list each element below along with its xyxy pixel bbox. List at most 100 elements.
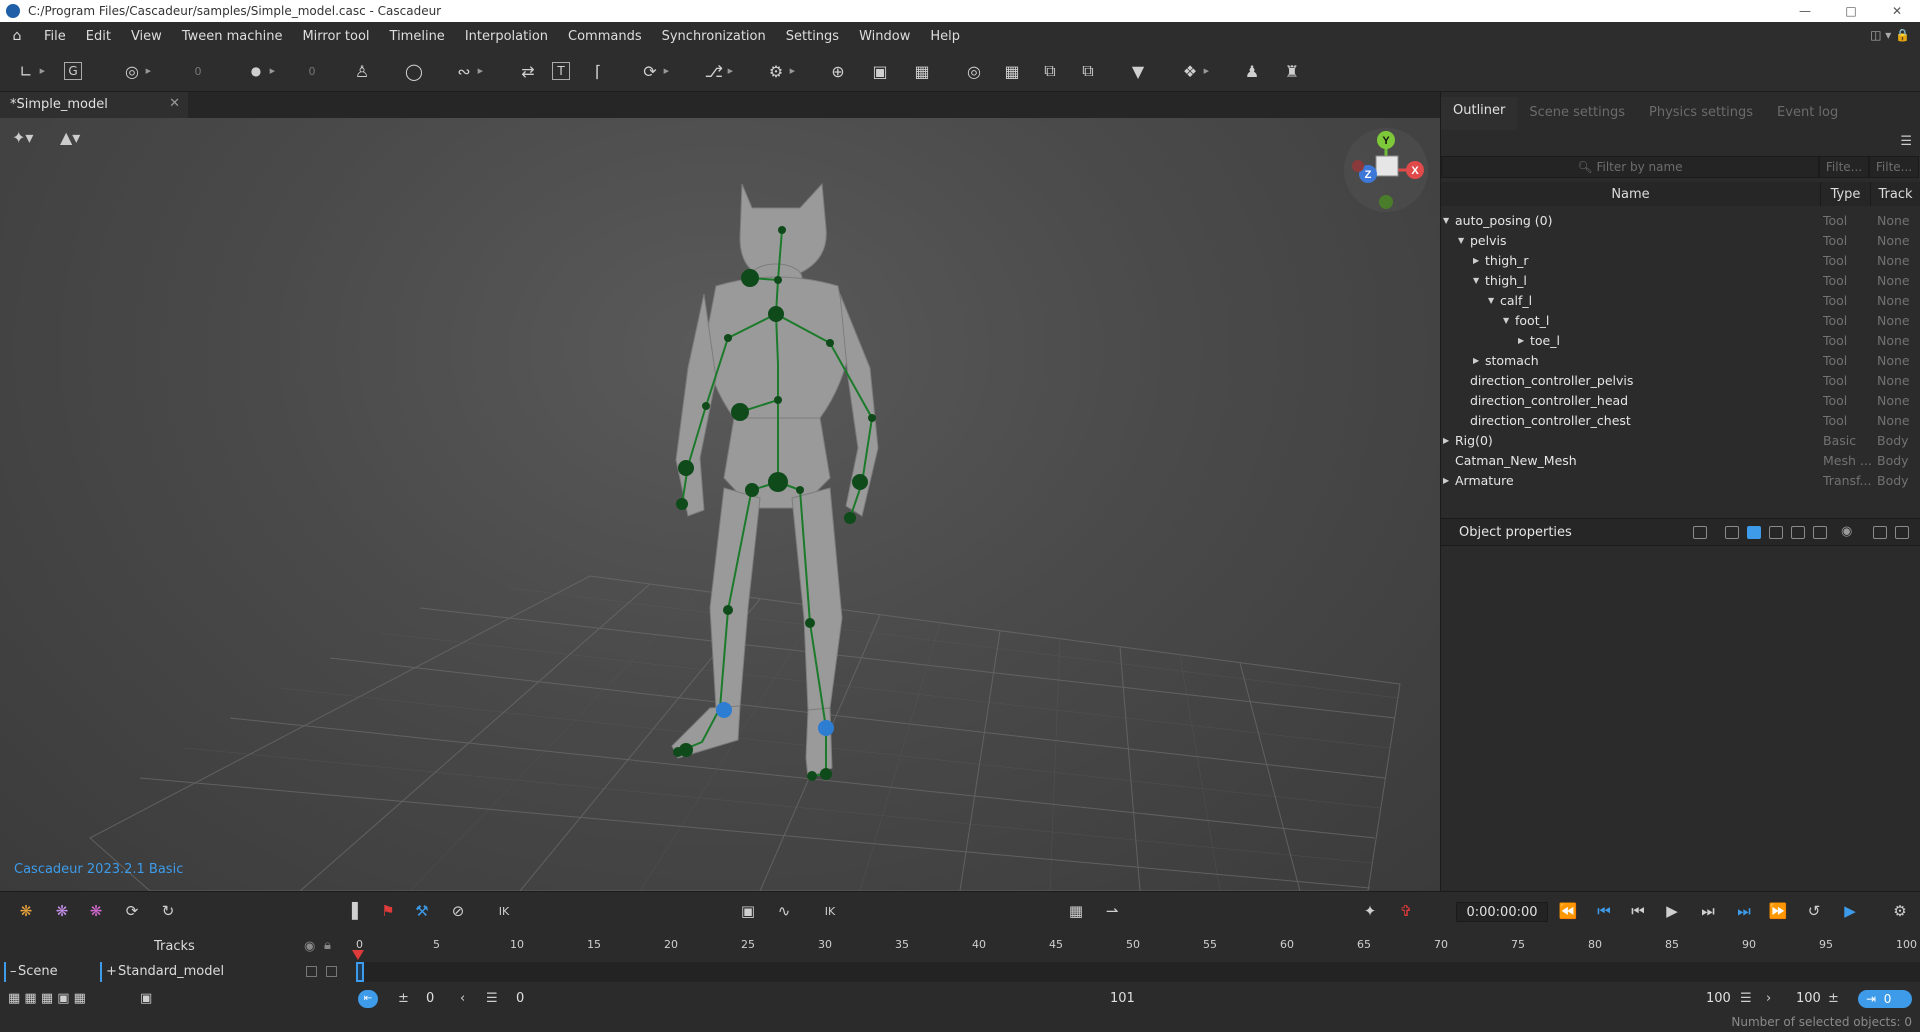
properties-filter-icon-1[interactable] bbox=[1693, 526, 1707, 539]
outliner-row[interactable]: Catman_New_Mesh Mesh ... Body bbox=[1441, 450, 1920, 470]
paste-layer-icon[interactable]: ⧉ bbox=[1076, 59, 1100, 83]
rewind-icon[interactable]: ⏪ bbox=[1556, 899, 1580, 923]
expand-icon[interactable]: ▣ bbox=[140, 991, 152, 1006]
prev-key-icon[interactable]: ⏮ bbox=[1626, 899, 1650, 923]
global-local-toggle[interactable]: G bbox=[64, 62, 82, 80]
expanded-arrow-icon[interactable]: ▼ bbox=[1458, 236, 1464, 245]
skeleton-icon[interactable]: ❖ ▶ bbox=[1178, 59, 1209, 83]
minimize-button[interactable]: — bbox=[1782, 0, 1828, 22]
tab-physics-settings[interactable]: Physics settings bbox=[1637, 99, 1765, 130]
track-lock-checkbox[interactable] bbox=[326, 966, 337, 977]
next-key-icon[interactable]: ⏭ bbox=[1696, 899, 1720, 923]
expanded-arrow-icon[interactable]: ▼ bbox=[1443, 216, 1449, 225]
properties-filter-icon-3[interactable] bbox=[1747, 526, 1761, 539]
model-expand-toggle[interactable]: + bbox=[106, 964, 117, 979]
loop-playback-icon[interactable]: ↺ bbox=[1802, 899, 1826, 923]
hamburger-menu-icon[interactable]: ☰ bbox=[1900, 134, 1912, 149]
curve-tool-icon[interactable]: ∾ ▶ bbox=[452, 59, 483, 83]
home-icon[interactable]: ⌂ bbox=[0, 28, 34, 44]
grid-icon[interactable]: ▦ bbox=[1000, 59, 1024, 83]
end-frame-field[interactable]: 100 bbox=[1796, 991, 1821, 1006]
interpolation-icon[interactable]: ⇄ bbox=[516, 59, 540, 83]
frame-selection-icon[interactable]: ▦ bbox=[910, 59, 934, 83]
pivot-tool-icon[interactable]: ◎ ▶ bbox=[120, 59, 151, 83]
visibility-eye-icon[interactable]: ◉ bbox=[1841, 524, 1852, 539]
expanded-arrow-icon[interactable]: ▼ bbox=[1503, 316, 1509, 325]
playhead-key[interactable] bbox=[356, 962, 364, 982]
3d-viewport[interactable]: ✦▾ ▲▾ Y X Z Cascadeur 2023.2.1 Basic bbox=[0, 118, 1440, 891]
keyframe-mode-icon-3[interactable]: ❋ bbox=[84, 899, 108, 923]
selection-brush-icon[interactable]: ◯ bbox=[402, 59, 426, 83]
keyframe-track-area[interactable] bbox=[356, 962, 1920, 982]
outliner-row[interactable]: ▶ Rig(0) Basic Body bbox=[1441, 430, 1920, 450]
menu-file[interactable]: File bbox=[34, 29, 76, 44]
collapsed-arrow-icon[interactable]: ▶ bbox=[1443, 476, 1449, 485]
play-mode-icon[interactable]: ▶ bbox=[1838, 899, 1862, 923]
fit-timeline-icon[interactable]: ▣ bbox=[736, 899, 760, 923]
outliner-row[interactable]: ▼ thigh_l Tool None bbox=[1441, 270, 1920, 290]
outliner-row[interactable]: ▶ stomach Tool None bbox=[1441, 350, 1920, 370]
curve-shape-icon[interactable]: ∿ bbox=[772, 899, 796, 923]
outliner-row[interactable]: ▶ toe_l Tool None bbox=[1441, 330, 1920, 350]
timeline-ruler[interactable]: 0 5 10 15 20 25 30 35 40 45 50 55 60 65 70 75 80 85 90 95 10… bbox=[352, 936, 1920, 960]
filter-by-name-input[interactable]: 🔍︎ Filter by name bbox=[1441, 156, 1819, 178]
scene-track-row[interactable]: – Scene + Standard_model bbox=[0, 962, 350, 982]
marker-icon[interactable]: ✞ bbox=[1394, 899, 1418, 923]
shield-icon[interactable]: ▼ bbox=[1126, 59, 1150, 83]
current-frame-field[interactable]: ⇥ 0 bbox=[1858, 990, 1912, 1008]
menu-tween-machine[interactable]: Tween machine bbox=[172, 29, 293, 44]
outliner-row[interactable]: ▶ thigh_r Tool None bbox=[1441, 250, 1920, 270]
maximize-button[interactable]: □ bbox=[1828, 0, 1874, 22]
loop-icon[interactable]: ⟳ bbox=[120, 899, 144, 923]
next-interval-icon[interactable]: › bbox=[1766, 991, 1771, 1006]
properties-filter-icon-4[interactable] bbox=[1769, 526, 1783, 539]
track-visibility-checkbox[interactable] bbox=[306, 966, 317, 977]
tab-outliner[interactable]: Outliner bbox=[1441, 97, 1518, 130]
lock-tracks-icon[interactable]: 🔒︎ bbox=[324, 938, 331, 953]
menu-mirror-tool[interactable]: Mirror tool bbox=[292, 29, 379, 44]
step-value-b[interactable]: 0 bbox=[300, 59, 324, 83]
keyframe-mode-icon-2[interactable]: ❋ bbox=[50, 899, 74, 923]
expanded-arrow-icon[interactable]: ▼ bbox=[1488, 296, 1494, 305]
ik-button-left[interactable]: IK bbox=[492, 899, 516, 923]
point-tool-icon[interactable]: ● ▶ bbox=[244, 59, 275, 83]
play-icon[interactable]: ▶ bbox=[1660, 899, 1684, 923]
close-tab-icon[interactable]: ✕ bbox=[169, 96, 180, 111]
fast-forward-icon[interactable]: ⏩ bbox=[1766, 899, 1790, 923]
tab-event-log[interactable]: Event log bbox=[1765, 99, 1850, 130]
character-icon[interactable]: ♙ bbox=[350, 59, 374, 83]
footprint-icon[interactable]: ♟ bbox=[1240, 59, 1264, 83]
properties-filter-icon-8[interactable] bbox=[1895, 526, 1909, 539]
menu-window[interactable]: Window bbox=[849, 29, 920, 44]
collapsed-arrow-icon[interactable]: ▶ bbox=[1443, 436, 1449, 445]
start-stepper-icon[interactable]: ± bbox=[398, 991, 409, 1006]
properties-filter-icon-2[interactable] bbox=[1725, 526, 1739, 539]
start-lock-icon[interactable]: ⇤ bbox=[358, 990, 378, 1008]
interval-frame-field[interactable]: 0 bbox=[516, 991, 524, 1006]
properties-filter-icon-6[interactable] bbox=[1813, 526, 1827, 539]
menu-settings[interactable]: Settings bbox=[776, 29, 849, 44]
keyframe-mode-icon-1[interactable]: ❋ bbox=[14, 899, 38, 923]
rig-icon[interactable]: ♜ bbox=[1280, 59, 1304, 83]
text-tool-icon[interactable]: T bbox=[552, 62, 570, 80]
menu-commands[interactable]: Commands bbox=[558, 29, 652, 44]
hide-tracks-icon[interactable]: ◉ bbox=[304, 939, 315, 954]
filter-track-input[interactable]: Filte... bbox=[1869, 156, 1919, 178]
settings-gear-icon[interactable]: ⚙ bbox=[1888, 899, 1912, 923]
layout-switch-icon[interactable]: ◫ ▾ 🔒 bbox=[1870, 28, 1910, 42]
tab-scene-settings[interactable]: Scene settings bbox=[1517, 99, 1637, 130]
refresh-icon[interactable]: ↻ bbox=[156, 899, 180, 923]
scene-collapse-toggle[interactable]: – bbox=[10, 964, 17, 979]
bracket-tool-icon[interactable]: ⌈ bbox=[586, 59, 610, 83]
spiral-icon[interactable]: ◎ bbox=[962, 59, 986, 83]
menu-help[interactable]: Help bbox=[920, 29, 970, 44]
properties-filter-icon-7[interactable] bbox=[1873, 526, 1887, 539]
filter-type-input[interactable]: Filte... bbox=[1819, 156, 1869, 178]
camera-icon[interactable]: ▣ bbox=[868, 59, 892, 83]
outliner-row[interactable]: ▼ pelvis Tool None bbox=[1441, 230, 1920, 250]
menu-timeline[interactable]: Timeline bbox=[380, 29, 455, 44]
current-time-field[interactable]: 0:00:00:00 bbox=[1456, 902, 1548, 922]
menu-interpolation[interactable]: Interpolation bbox=[455, 29, 558, 44]
pose-tool-icon[interactable]: ⚙ ▶ bbox=[764, 59, 795, 83]
outliner-row[interactable]: direction_controller_head Tool None bbox=[1441, 390, 1920, 410]
